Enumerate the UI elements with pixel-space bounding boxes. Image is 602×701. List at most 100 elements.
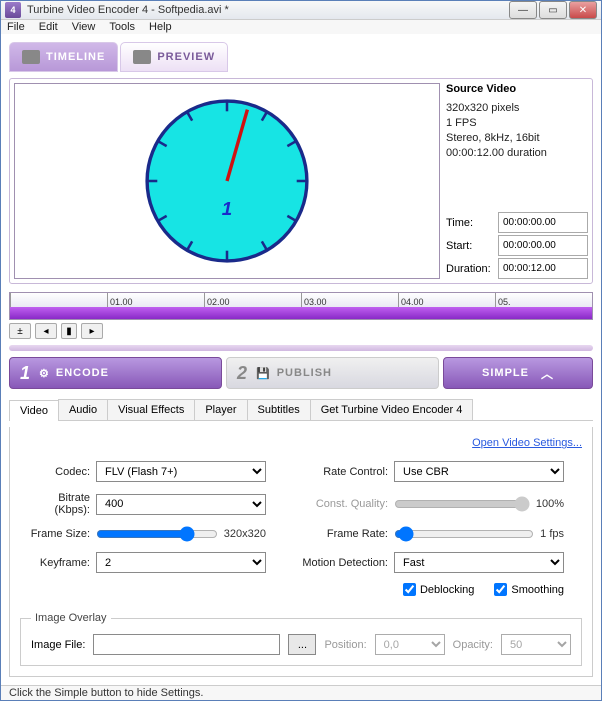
gear-icon: ⚙ (39, 367, 50, 380)
app-icon: 4 (5, 2, 21, 18)
timeline-icon (22, 50, 40, 64)
start-input[interactable] (498, 235, 588, 256)
time-input[interactable] (498, 212, 588, 233)
bitrate-select[interactable]: 400 (96, 494, 266, 515)
source-info: Source Video 320x320 pixels 1 FPS Stereo… (446, 83, 588, 279)
subtab-subtitles[interactable]: Subtitles (247, 399, 311, 420)
overlay-legend: Image Overlay (31, 612, 111, 624)
tab-preview-label: PREVIEW (157, 51, 215, 63)
motion-select[interactable]: Fast (394, 552, 564, 573)
action-bar: 1 ⚙ ENCODE 2 💾 PUBLISH SIMPLE ︿ (9, 357, 593, 389)
framerate-slider[interactable] (394, 526, 534, 542)
tick: 04.00 (398, 293, 495, 307)
const-quality-label: Const. Quality: (298, 498, 388, 510)
publish-button[interactable]: 2 💾 PUBLISH (226, 357, 439, 389)
tick: 05. (495, 293, 592, 307)
duration-input[interactable] (498, 258, 588, 279)
const-quality-readout: 100% (536, 498, 564, 510)
motion-label: Motion Detection: (298, 557, 388, 569)
menu-view[interactable]: View (72, 21, 96, 33)
time-label: Time: (446, 217, 498, 229)
position-label: Position: (324, 639, 366, 651)
preview-box: 1 Source Video 320x320 pixels 1 FPS Ster… (9, 78, 593, 284)
framesize-slider[interactable] (96, 526, 218, 542)
duration-label: Duration: (446, 263, 498, 275)
disk-icon: 💾 (256, 367, 271, 380)
status-text: Click the Simple button to hide Settings… (9, 687, 203, 699)
encode-button[interactable]: 1 ⚙ ENCODE (9, 357, 222, 389)
statusbar: Click the Simple button to hide Settings… (1, 685, 601, 700)
framesize-readout: 320x320 (224, 528, 266, 540)
timeline-wrap: 01.00 02.00 03.00 04.00 05. ± ◂ ▮ ▸ (9, 292, 593, 339)
svg-text:1: 1 (222, 198, 232, 219)
subtab-get[interactable]: Get Turbine Video Encoder 4 (310, 399, 474, 420)
framesize-label: Frame Size: (20, 528, 90, 540)
timeline-controls: ± ◂ ▮ ▸ (9, 323, 593, 339)
subtab-player[interactable]: Player (194, 399, 247, 420)
deblocking-checkbox[interactable] (403, 583, 416, 596)
image-file-input[interactable] (93, 634, 280, 655)
deblocking-check[interactable]: Deblocking (403, 583, 474, 596)
tick: 03.00 (301, 293, 398, 307)
video-frame: 1 (14, 83, 440, 279)
menu-file[interactable]: File (7, 21, 25, 33)
window-title: Turbine Video Encoder 4 - Softpedia.avi … (27, 4, 509, 16)
tl-scroll-right[interactable]: ▸ (81, 323, 103, 339)
minimize-button[interactable]: — (509, 1, 537, 19)
framerate-label: Frame Rate: (298, 528, 388, 540)
step-number: 1 (20, 363, 31, 384)
window-buttons: — ▭ ✕ (509, 1, 597, 19)
open-video-settings-link[interactable]: Open Video Settings... (472, 437, 582, 449)
source-duration: 00:00:12.00 duration (446, 146, 588, 161)
rate-control-select[interactable]: Use CBR (394, 461, 564, 482)
tab-timeline[interactable]: TIMELINE (9, 42, 118, 72)
content: TIMELINE PREVIEW 1 S (1, 34, 601, 685)
keyframe-label: Keyframe: (20, 557, 90, 569)
maximize-button[interactable]: ▭ (539, 1, 567, 19)
publish-label: PUBLISH (277, 367, 332, 379)
separator (9, 345, 593, 351)
source-dimensions: 320x320 pixels (446, 101, 588, 116)
source-fps: 1 FPS (446, 116, 588, 131)
menu-tools[interactable]: Tools (109, 21, 135, 33)
tl-scroll-left[interactable]: ◂ (35, 323, 57, 339)
image-overlay-fieldset: Image Overlay Image File: ... Position: … (20, 612, 582, 666)
zoom-fit-button[interactable]: ± (9, 323, 31, 339)
position-select[interactable]: 0,0 (375, 634, 445, 655)
menu-edit[interactable]: Edit (39, 21, 58, 33)
start-label: Start: (446, 240, 498, 252)
smoothing-check[interactable]: Smoothing (494, 583, 564, 596)
tab-preview[interactable]: PREVIEW (120, 42, 228, 72)
browse-button[interactable]: ... (288, 634, 316, 655)
tick: 01.00 (107, 293, 204, 307)
subtab-vfx[interactable]: Visual Effects (107, 399, 195, 420)
subtab-audio[interactable]: Audio (58, 399, 108, 420)
tl-scroll-thumb[interactable]: ▮ (61, 323, 77, 339)
keyframe-select[interactable]: 2 (96, 552, 266, 573)
const-quality-slider[interactable] (394, 496, 530, 512)
source-audio: Stereo, 8kHz, 16bit (446, 131, 588, 146)
tick (10, 293, 107, 307)
subtab-video[interactable]: Video (9, 400, 59, 421)
menu-help[interactable]: Help (149, 21, 172, 33)
timeline-track[interactable] (10, 307, 592, 320)
simple-button[interactable]: SIMPLE ︿ (443, 357, 593, 389)
titlebar: 4 Turbine Video Encoder 4 - Softpedia.av… (1, 1, 601, 20)
chevron-up-icon: ︿ (541, 365, 554, 382)
menubar: File Edit View Tools Help (1, 20, 601, 34)
clock-graphic: 1 (142, 96, 312, 266)
bitrate-label: Bitrate (Kbps): (20, 492, 90, 516)
smoothing-checkbox[interactable] (494, 583, 507, 596)
settings-tabs: Video Audio Visual Effects Player Subtit… (9, 399, 593, 421)
framerate-readout: 1 fps (540, 528, 564, 540)
rate-control-label: Rate Control: (298, 466, 388, 478)
top-tabs: TIMELINE PREVIEW (9, 42, 593, 72)
tab-timeline-label: TIMELINE (46, 51, 105, 63)
codec-label: Codec: (20, 466, 90, 478)
tick: 02.00 (204, 293, 301, 307)
timeline-ruler: 01.00 02.00 03.00 04.00 05. (10, 293, 592, 307)
timeline[interactable]: 01.00 02.00 03.00 04.00 05. (9, 292, 593, 320)
opacity-select[interactable]: 50 (501, 634, 571, 655)
close-button[interactable]: ✕ (569, 1, 597, 19)
codec-select[interactable]: FLV (Flash 7+) (96, 461, 266, 482)
